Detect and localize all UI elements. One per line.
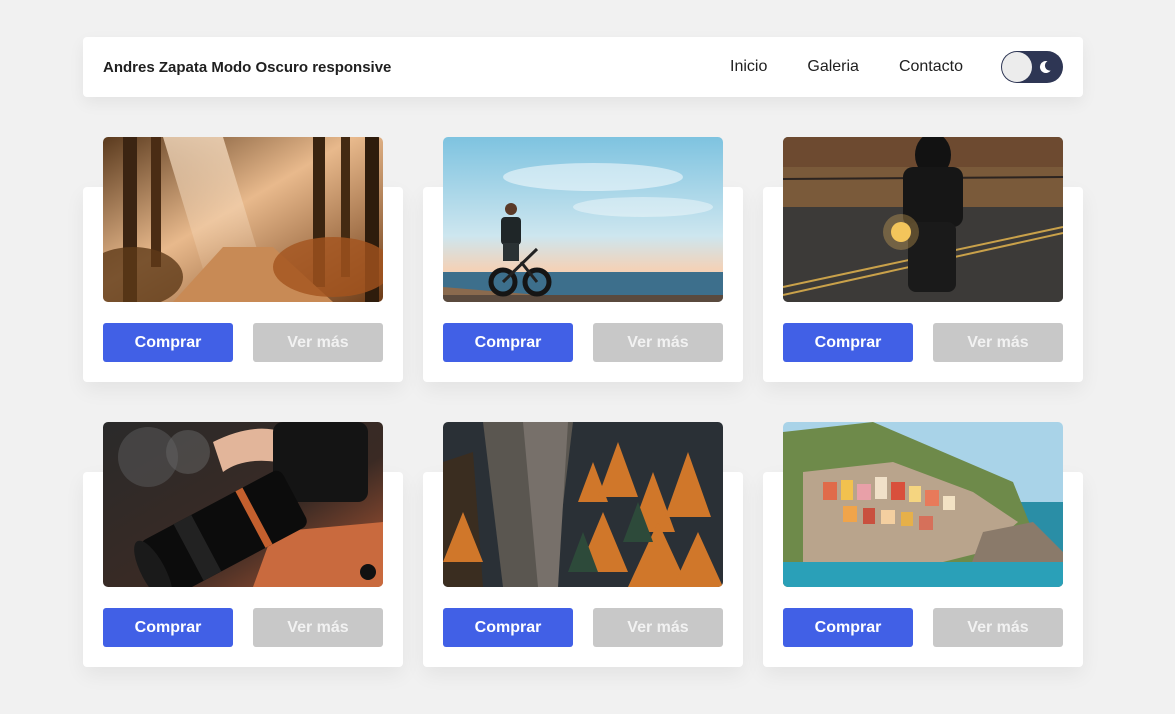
- nav-link-galeria[interactable]: Galeria: [807, 58, 859, 76]
- cyclist-beach-photo: [443, 137, 723, 302]
- buy-button[interactable]: Comprar: [443, 323, 573, 362]
- autumn-cliff-photo: [443, 422, 723, 587]
- buy-button[interactable]: Comprar: [443, 608, 573, 647]
- buy-button[interactable]: Comprar: [783, 608, 913, 647]
- nav-link-contacto[interactable]: Contacto: [899, 58, 963, 76]
- product-card: Comprar Ver más: [83, 137, 403, 382]
- more-button[interactable]: Ver más: [253, 323, 383, 362]
- more-button[interactable]: Ver más: [933, 323, 1063, 362]
- navbar: Andres Zapata Modo Oscuro responsive Ini…: [83, 37, 1083, 97]
- nav-links: Inicio Galeria Contacto: [730, 58, 963, 76]
- more-button[interactable]: Ver más: [593, 608, 723, 647]
- buy-button[interactable]: Comprar: [103, 323, 233, 362]
- more-button[interactable]: Ver más: [933, 608, 1063, 647]
- product-card: Comprar Ver más: [83, 422, 403, 667]
- more-button[interactable]: Ver más: [253, 608, 383, 647]
- product-card: Comprar Ver más: [423, 137, 743, 382]
- dark-mode-toggle[interactable]: [1001, 51, 1063, 83]
- product-card: Comprar Ver más: [763, 137, 1083, 382]
- camera-lens-photo: [103, 422, 383, 587]
- buy-button[interactable]: Comprar: [783, 323, 913, 362]
- forest-path-photo: [103, 137, 383, 302]
- more-button[interactable]: Ver más: [593, 323, 723, 362]
- product-card: Comprar Ver más: [763, 422, 1083, 667]
- brand-title: Andres Zapata Modo Oscuro responsive: [103, 58, 392, 76]
- buy-button[interactable]: Comprar: [103, 608, 233, 647]
- coastal-village-photo: [783, 422, 1063, 587]
- toggle-knob: [1002, 52, 1032, 82]
- product-card: Comprar Ver más: [423, 422, 743, 667]
- nav-link-inicio[interactable]: Inicio: [730, 58, 767, 76]
- moon-icon: [1039, 60, 1051, 73]
- motorcyclist-road-photo: [783, 137, 1063, 302]
